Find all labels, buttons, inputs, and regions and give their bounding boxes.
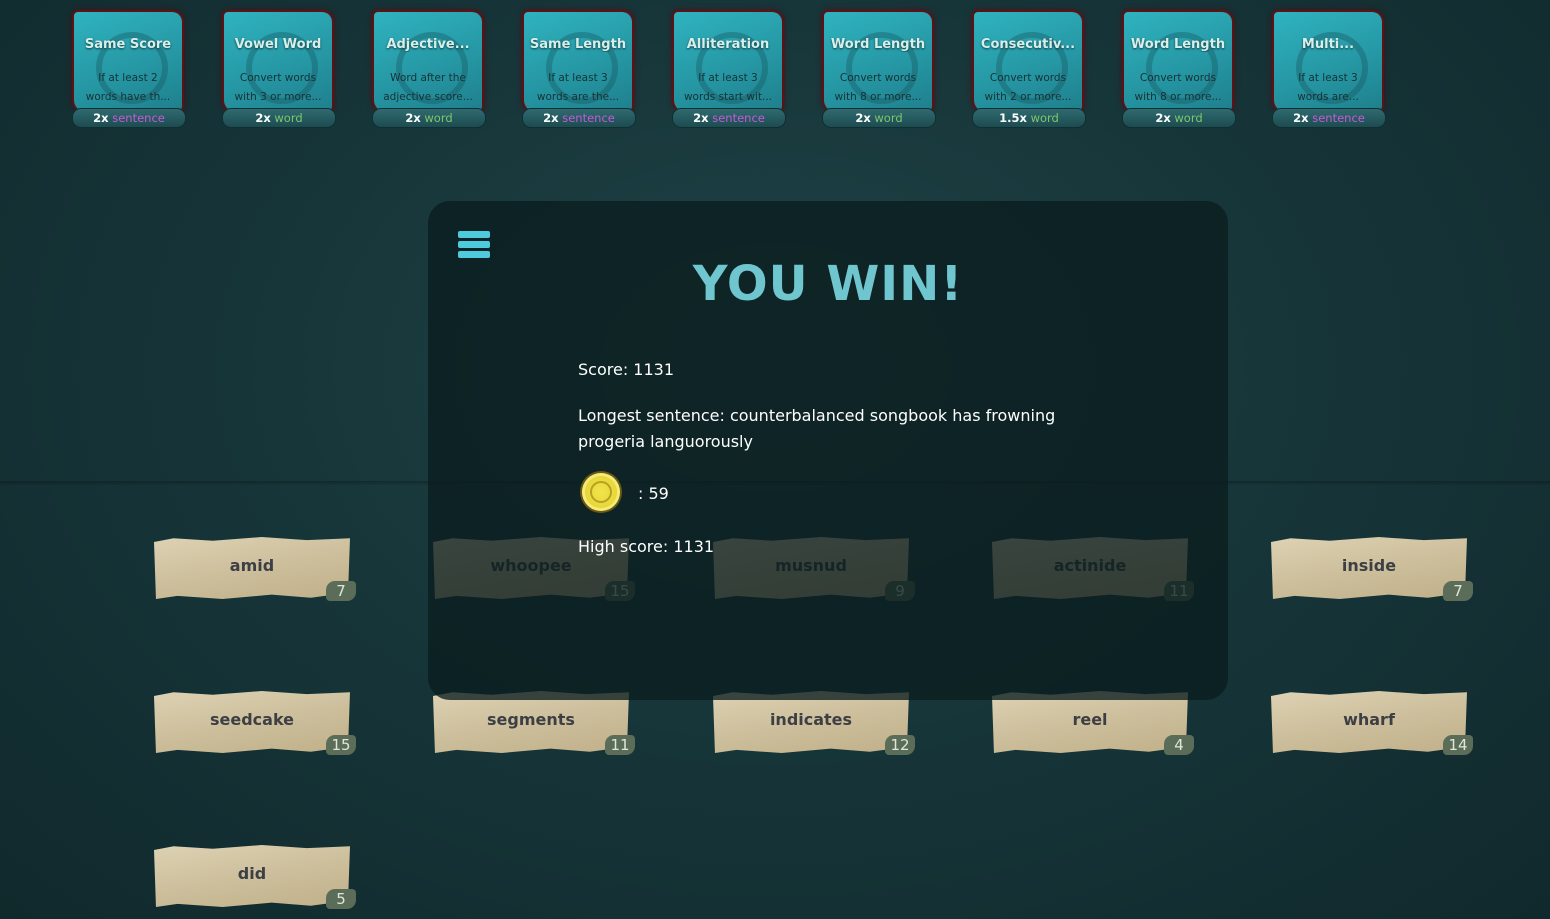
joker-card[interactable]: Word Length Convert words with 8 or more.… <box>820 12 936 128</box>
joker-title: Multi... <box>1301 37 1355 52</box>
word-tile[interactable]: inside 7 <box>1271 537 1473 601</box>
word-text: amid <box>229 556 275 575</box>
word-score-badge: 7 <box>326 581 356 601</box>
word-text: indicates <box>769 710 853 729</box>
joker-title: Consecutiv... <box>980 37 1076 52</box>
joker-card[interactable]: Word Length Convert words with 8 or more.… <box>1120 12 1236 128</box>
word-text: reel <box>1072 710 1108 729</box>
joker-title: Vowel Word <box>234 37 322 52</box>
joker-description: If at least 3 words start wit... <box>683 72 773 103</box>
joker-card[interactable]: Alliteration If at least 3 words start wi… <box>670 12 786 128</box>
joker-description: Convert words with 3 or more... <box>234 72 322 103</box>
word-tile[interactable]: reel 4 <box>992 691 1194 755</box>
joker-title: Same Length <box>529 37 627 52</box>
joker-multiplier-badge: 2x word <box>372 108 486 128</box>
joker-card[interactable]: Same Length If at least 3 words are the..… <box>520 12 636 128</box>
joker-title: Alliteration <box>686 37 770 52</box>
joker-description: Convert words with 2 or more... <box>984 72 1072 103</box>
word-tile[interactable]: did 5 <box>154 845 356 909</box>
joker-multiplier-badge: 2x word <box>822 108 936 128</box>
joker-row: Same Score If at least 2 words have th...… <box>0 12 1550 132</box>
longest-sentence: Longest sentence: counterbalanced songbo… <box>578 406 1056 451</box>
joker-title: Word Length <box>830 37 926 52</box>
joker-description: If at least 3 words are the... <box>536 72 620 103</box>
joker-card[interactable]: Multi... If at least 3 words are... 2x se… <box>1270 12 1386 128</box>
word-score-badge: 11 <box>605 735 635 755</box>
word-text: segments <box>487 710 575 729</box>
joker-card[interactable]: Adjective... Word after the adjective sco… <box>370 12 486 128</box>
joker-multiplier-badge: 2x word <box>222 108 336 128</box>
word-score-badge: 5 <box>326 889 356 909</box>
word-tile[interactable]: seedcake 15 <box>154 691 356 755</box>
word-text: seedcake <box>209 710 295 729</box>
joker-multiplier-badge: 1.5x word <box>972 108 1086 128</box>
joker-description: Convert words with 8 or more... <box>1134 72 1222 103</box>
word-score-badge: 12 <box>885 735 915 755</box>
word-tile[interactable]: segments 11 <box>433 691 635 755</box>
high-score: High score: 1131 <box>578 537 715 556</box>
joker-description: Convert words with 8 or more... <box>834 72 922 103</box>
joker-multiplier-badge: 2x sentence <box>522 108 636 128</box>
joker-title: Adjective... <box>386 37 470 52</box>
word-tile[interactable]: indicates 12 <box>713 691 915 755</box>
joker-card[interactable]: Same Score If at least 2 words have th...… <box>70 12 186 128</box>
joker-multiplier-badge: 2x sentence <box>672 108 786 128</box>
final-score: Score: 1131 <box>578 360 675 379</box>
joker-description: If at least 2 words have th... <box>85 72 171 103</box>
joker-multiplier-badge: 2x sentence <box>1272 108 1386 128</box>
word-text: inside <box>1341 556 1397 575</box>
word-score-badge: 15 <box>326 735 356 755</box>
coin-count: : 59 <box>638 484 669 503</box>
win-dialog: YOU WIN! Score: 1131 Longest sentence: c… <box>428 201 1228 700</box>
word-tile[interactable]: amid 7 <box>154 537 356 601</box>
joker-multiplier-badge: 2x word <box>1122 108 1236 128</box>
joker-multiplier-badge: 2x sentence <box>72 108 186 128</box>
gold-coin-icon <box>582 473 620 511</box>
joker-card[interactable]: Consecutiv... Convert words with 2 or mor… <box>970 12 1086 128</box>
word-text: wharf <box>1343 710 1395 729</box>
joker-title: Word Length <box>1130 37 1226 52</box>
word-score-badge: 7 <box>1443 581 1473 601</box>
word-text: did <box>237 864 267 883</box>
joker-title: Same Score <box>84 37 172 52</box>
word-score-badge: 14 <box>1443 735 1473 755</box>
word-score-badge: 4 <box>1164 735 1194 755</box>
word-tile[interactable]: wharf 14 <box>1271 691 1473 755</box>
hamburger-menu-icon[interactable] <box>458 231 490 259</box>
joker-card[interactable]: Vowel Word Convert words with 3 or more..… <box>220 12 336 128</box>
win-title: YOU WIN! <box>692 256 964 312</box>
joker-description: If at least 3 words are... <box>1297 72 1359 103</box>
joker-description: Word after the adjective score... <box>383 72 473 103</box>
